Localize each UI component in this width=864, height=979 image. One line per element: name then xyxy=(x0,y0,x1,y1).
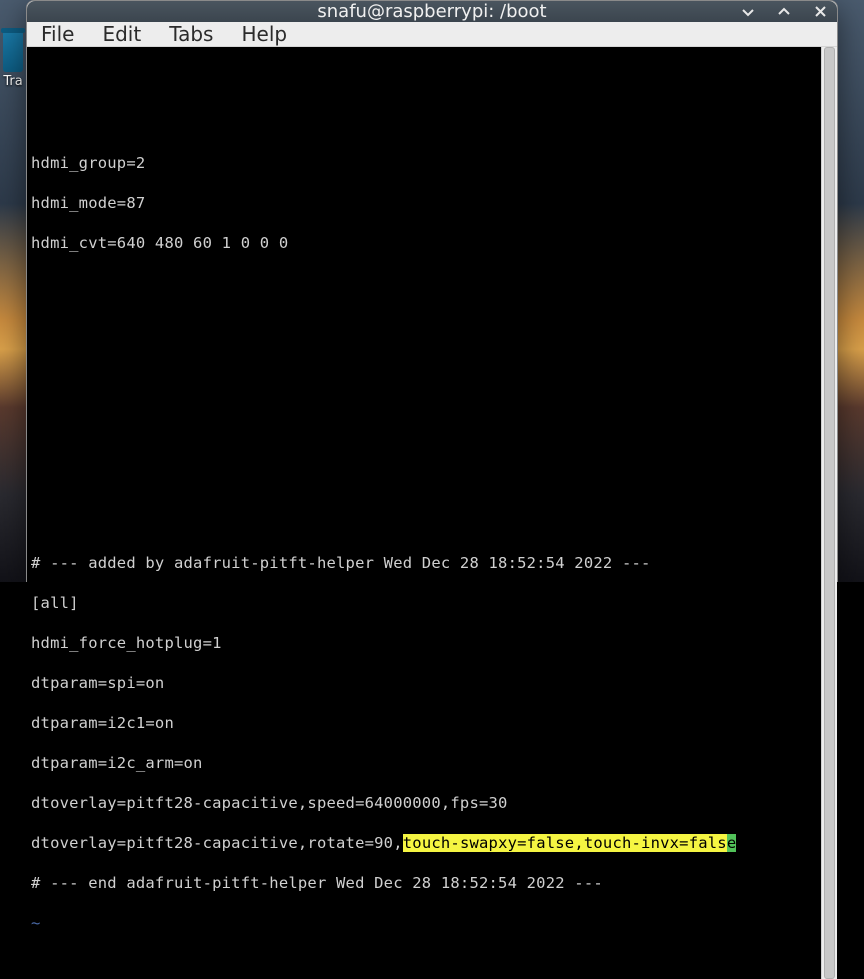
terminal-area: hdmi_group=2 hdmi_mode=87 hdmi_cvt=640 4… xyxy=(27,47,837,979)
desktop-background: Tra snafu@raspberrypi: /boot File Edit T… xyxy=(0,0,864,582)
term-line: # --- end adafruit-pitft-helper Wed Dec … xyxy=(31,873,817,893)
term-line xyxy=(31,513,817,533)
term-line xyxy=(31,353,817,373)
term-line xyxy=(31,113,817,133)
trash-can-icon xyxy=(3,32,23,72)
terminal-window: snafu@raspberrypi: /boot File Edit Tabs … xyxy=(26,0,838,582)
term-line xyxy=(31,473,817,493)
menu-help[interactable]: Help xyxy=(241,22,287,46)
terminal-output[interactable]: hdmi_group=2 hdmi_mode=87 hdmi_cvt=640 4… xyxy=(27,47,821,979)
term-line: hdmi_cvt=640 480 60 1 0 0 0 xyxy=(31,233,817,253)
term-line xyxy=(31,393,817,413)
term-line: # --- added by adafruit-pitft-helper Wed… xyxy=(31,553,817,573)
minimize-button[interactable] xyxy=(739,3,757,21)
term-text: dtoverlay=pitft28-capacitive,rotate=90, xyxy=(31,834,403,852)
trash-label: Tra xyxy=(0,74,26,89)
term-line: hdmi_mode=87 xyxy=(31,193,817,213)
term-line xyxy=(31,433,817,453)
menu-tabs[interactable]: Tabs xyxy=(169,22,213,46)
term-line: dtparam=i2c_arm=on xyxy=(31,753,817,773)
term-line-highlighted: dtoverlay=pitft28-capacitive,rotate=90,t… xyxy=(31,833,817,853)
vim-tilde-line: ~ xyxy=(31,913,817,933)
window-title: snafu@raspberrypi: /boot xyxy=(317,1,546,22)
search-highlight: touch-swapxy=false,touch-invx=fals xyxy=(403,834,727,852)
term-line xyxy=(31,73,817,93)
maximize-button[interactable] xyxy=(775,3,793,21)
term-line: hdmi_force_hotplug=1 xyxy=(31,633,817,653)
text-cursor: e xyxy=(727,834,737,852)
term-line xyxy=(31,313,817,333)
close-button[interactable] xyxy=(811,3,829,21)
scroll-thumb[interactable] xyxy=(824,47,835,979)
term-line: dtoverlay=pitft28-capacitive,speed=64000… xyxy=(31,793,817,813)
term-line: [all] xyxy=(31,593,817,613)
window-controls xyxy=(739,1,829,22)
menu-edit[interactable]: Edit xyxy=(102,22,141,46)
trash-desktop-icon[interactable]: Tra xyxy=(0,32,26,89)
menubar: File Edit Tabs Help xyxy=(27,22,837,47)
menu-file[interactable]: File xyxy=(41,22,74,46)
term-line: dtparam=spi=on xyxy=(31,673,817,693)
vertical-scrollbar[interactable] xyxy=(821,47,837,979)
term-line xyxy=(31,273,817,293)
term-line: dtparam=i2c1=on xyxy=(31,713,817,733)
titlebar[interactable]: snafu@raspberrypi: /boot xyxy=(27,1,837,22)
term-line: hdmi_group=2 xyxy=(31,153,817,173)
